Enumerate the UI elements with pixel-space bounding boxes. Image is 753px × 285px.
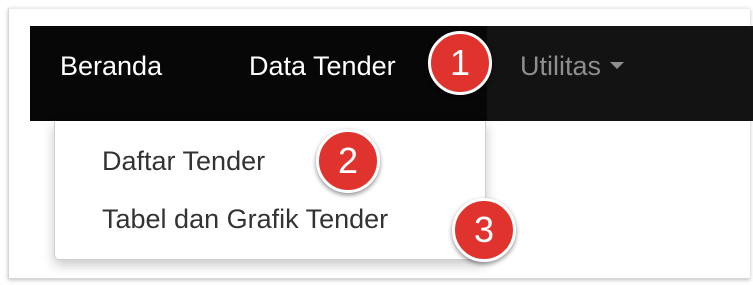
top-navbar: Beranda Data Tender Utilitas: [30, 26, 753, 121]
annotation-badge-1: 1: [428, 31, 492, 95]
nav-item-data-tender[interactable]: Data Tender: [249, 50, 396, 82]
nav-item-utilitas-label: Utilitas: [520, 51, 602, 81]
annotation-badge-3: 3: [452, 198, 516, 262]
nav-item-utilitas[interactable]: Utilitas: [520, 50, 625, 82]
data-tender-dropdown-menu: Daftar Tender Tabel dan Grafik Tender: [54, 121, 486, 260]
nav-item-beranda[interactable]: Beranda: [60, 50, 162, 82]
menu-item-tabel-dan-grafik-tender[interactable]: Tabel dan Grafik Tender: [102, 203, 388, 235]
menu-item-daftar-tender[interactable]: Daftar Tender: [102, 145, 265, 177]
caret-down-icon: [610, 62, 625, 70]
annotation-badge-2: 2: [316, 129, 380, 193]
